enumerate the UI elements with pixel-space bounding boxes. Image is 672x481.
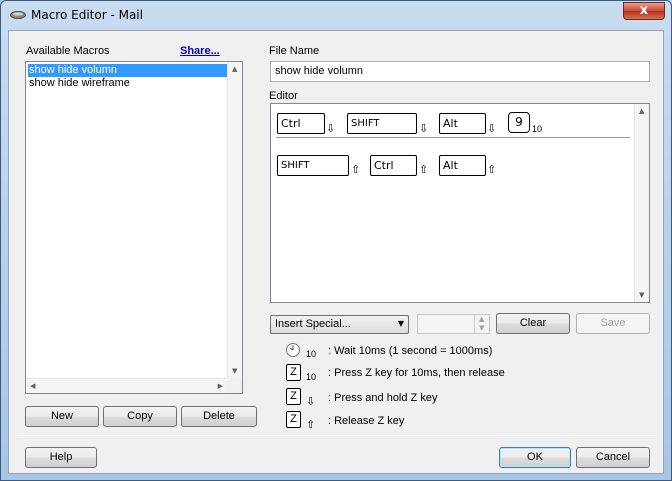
list-item[interactable]: show hide wireframe [28,77,240,90]
footer-divider [17,435,656,436]
spin-down-icon[interactable]: ▼ [479,324,484,332]
insert-special-dropdown[interactable]: Insert Special... ▼ [270,315,409,334]
macro-list-vscrollbar[interactable]: ▲ ▼ [227,62,242,378]
key-alt[interactable]: Alt [439,155,486,176]
macro-editor-window: Macro Editor - Mail x Available Macros S… [0,0,672,481]
legend-press-sub: 10 [306,372,317,382]
editor-label: Editor [269,90,298,102]
list-item[interactable]: show hide volumn [28,64,240,77]
macro-list[interactable]: show hide volumn show hide wireframe ▲ ▼… [25,61,243,394]
legend-wait-sub: 10 [306,349,317,359]
wait-duration: 10 [532,124,543,134]
insert-special-value: Insert Special... [275,318,351,330]
file-name-field[interactable]: show hide volumn [270,61,650,82]
key-up-icon: ⇧ [419,163,429,176]
key-shift[interactable]: SHIFT [277,155,349,176]
delete-button[interactable]: Delete [181,406,257,427]
key-ctrl[interactable]: Ctrl [370,155,417,176]
spin-up-icon[interactable]: ▲ [479,315,484,323]
title-bar: Macro Editor - Mail x [1,1,671,29]
key-down-icon: ⇩ [419,122,429,135]
copy-button[interactable]: Copy [103,406,177,427]
key-down-icon: ⇩ [326,122,336,135]
legend-key-z: Z [286,388,301,405]
scroll-down-icon[interactable]: ▼ [232,367,237,375]
legend-release-text: : Release Z key [328,415,405,427]
legend-key-z: Z [286,411,301,428]
available-macros-label: Available Macros [26,45,110,57]
help-button[interactable]: Help [25,447,97,468]
scroll-left-icon[interactable]: ◀ [30,382,35,390]
window-title: Macro Editor - Mail [31,8,143,22]
legend-hold-text: : Press and hold Z key [328,392,438,404]
new-button[interactable]: New [25,406,99,427]
cancel-button[interactable]: Cancel [576,447,650,468]
key-up-icon: ⇧ [487,163,497,176]
share-link[interactable]: Share... [180,45,220,57]
editor-vscrollbar[interactable]: ▲ ▼ [634,104,649,302]
legend-wait-text: : Wait 10ms (1 second = 1000ms) [328,345,493,357]
legend-key-z: Z [286,364,301,381]
file-name-label: File Name [269,45,320,57]
clear-button[interactable]: Clear [496,313,570,334]
close-button[interactable]: x [623,2,665,20]
scroll-right-icon[interactable]: ▶ [218,382,223,390]
scroll-up-icon[interactable]: ▲ [232,65,237,73]
key-alt[interactable]: Alt [439,113,486,134]
macro-list-hscrollbar[interactable]: ◀ ▶ [26,378,227,393]
save-button[interactable]: Save [576,313,650,334]
ok-button[interactable]: OK [499,447,571,468]
key-shift[interactable]: SHIFT [347,113,417,134]
key-up-icon: ⇧ [351,163,361,176]
key-9[interactable]: 9 [508,112,530,133]
dialog-body: Available Macros Share... show hide volu… [8,30,664,474]
legend-press-text: : Press Z key for 10ms, then release [328,367,505,379]
key-up-icon: ⇧ [306,418,316,431]
spinner-buttons[interactable]: ▲ ▼ [474,315,489,333]
duration-spinner[interactable]: ▲ ▼ [417,314,490,334]
scroll-corner [227,378,242,393]
scroll-down-icon[interactable]: ▼ [639,291,644,299]
scroll-up-icon[interactable]: ▲ [639,107,644,115]
chevron-down-icon: ▼ [397,319,404,328]
key-down-icon: ⇩ [306,395,316,408]
mouse-icon [10,11,26,19]
editor-row-separator [276,137,630,138]
key-ctrl[interactable]: Ctrl [277,113,325,134]
key-down-icon: ⇩ [487,122,497,135]
macro-editor-area[interactable]: Ctrl ⇩ SHIFT ⇩ Alt ⇩ 9 10 SHIFT ⇧ Ctrl ⇧… [270,103,650,303]
clock-icon [286,343,300,357]
